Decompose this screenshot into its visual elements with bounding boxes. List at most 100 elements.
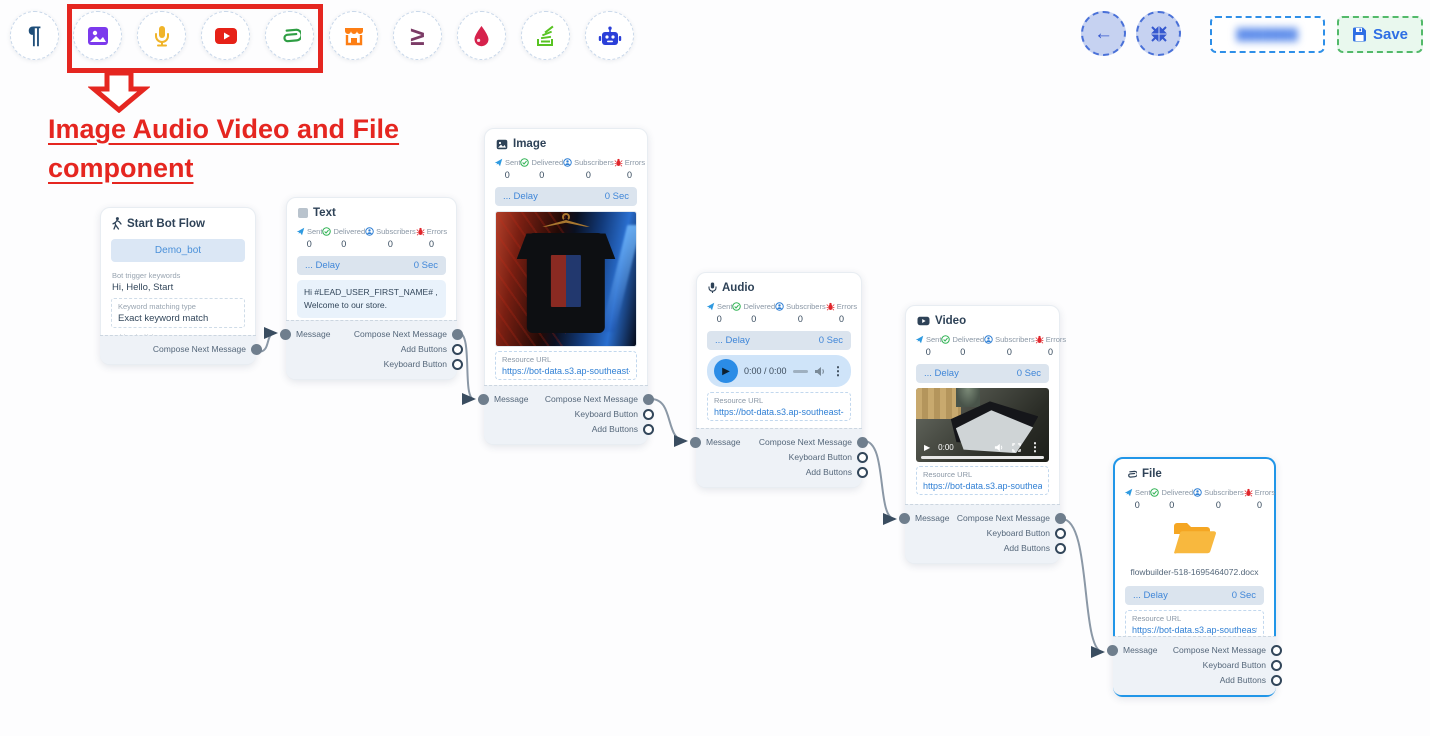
resource-url-link[interactable]: https://bot-data.s3.ap-southeast-1.wasab… (1132, 625, 1257, 635)
fullscreen-icon[interactable] (1012, 443, 1021, 452)
tshirt-graphic (527, 233, 605, 332)
video-preview[interactable]: ▶ 0:00 ⋮ (916, 388, 1049, 462)
toolbar-bot-button[interactable] (585, 11, 634, 60)
message-text[interactable]: Hi #LEAD_USER_FIRST_NAME# , Welcome to o… (297, 280, 446, 318)
video-progress-bar[interactable] (921, 456, 1043, 459)
back-arrow-icon: ← (1094, 23, 1113, 45)
output-port-add-buttons[interactable] (452, 344, 463, 355)
output-port-compose[interactable] (452, 329, 463, 340)
output-port-keyboard[interactable] (452, 359, 463, 370)
message-port-label: Message (296, 327, 331, 342)
output-port-add-buttons[interactable] (1055, 543, 1066, 554)
bot-name-button[interactable]: Demo_bot (111, 239, 245, 262)
toolbar-ecommerce-button[interactable] (329, 11, 378, 60)
annotation-text: Image Audio Video and File component (48, 110, 399, 188)
resource-url-link[interactable]: https://bot-data.s3.ap-southeast-1.wasab… (502, 366, 630, 376)
toolbar-video-button[interactable] (201, 11, 250, 60)
node-text[interactable]: Text Sent0 Delivered0 Subscribers0 Error… (286, 197, 457, 380)
fit-view-button[interactable] (1136, 11, 1181, 56)
input-port-message[interactable] (478, 394, 489, 405)
edge-image-to-audio[interactable] (651, 399, 686, 441)
volume-icon[interactable] (814, 366, 826, 377)
node-image[interactable]: Image Sent0 Delivered0 Subscribers0 Erro… (484, 128, 648, 445)
field-label: Bot trigger keywords (112, 271, 244, 280)
compose-next-message-label: Compose Next Message (957, 513, 1050, 523)
output-port-compose[interactable] (1271, 645, 1282, 656)
compose-next-message-label: Compose Next Message (153, 344, 246, 354)
file-preview[interactable] (1115, 512, 1274, 565)
pillow (916, 388, 961, 419)
text-block-icon (298, 208, 308, 218)
trigger-keywords-field[interactable]: Bot trigger keywords Hi, Hello, Start (101, 269, 255, 295)
node-audio[interactable]: Audio Sent0 Delivered0 Subscribers0 Erro… (696, 272, 862, 488)
video-play-icon[interactable]: ▶ (924, 443, 930, 452)
node-footer: Message Compose Next Message Keyboard Bu… (484, 385, 648, 444)
toolbar-file-button[interactable] (265, 11, 314, 60)
delay-setting[interactable]: ... Delay0 Sec (916, 364, 1049, 383)
resource-url-link[interactable]: https://bot-data.s3.ap-southeast-1.wasab… (714, 407, 844, 417)
output-port-keyboard[interactable] (857, 452, 868, 463)
toolbar-audio-button[interactable] (137, 11, 186, 60)
edge-audio-to-video[interactable] (864, 441, 895, 519)
toolbar-sequence-button[interactable] (521, 11, 570, 60)
back-button[interactable]: ← (1081, 11, 1126, 56)
output-port-keyboard[interactable] (1271, 660, 1282, 671)
redacted-button[interactable]: ███████ (1210, 16, 1325, 53)
output-port-add-buttons[interactable] (643, 424, 654, 435)
flow-builder-canvas[interactable]: ¶ ≥ (0, 0, 1430, 736)
node-video[interactable]: Video Sent0 Delivered0 Subscribers0 Erro… (905, 305, 1060, 564)
output-port-add-buttons[interactable] (1271, 675, 1282, 686)
audio-seek-bar[interactable] (793, 370, 808, 373)
video-kebab-icon[interactable]: ⋮ (1029, 440, 1041, 454)
sent-icon (296, 227, 305, 236)
compose-next-message-label: Compose Next Message (1173, 645, 1266, 655)
input-port-message[interactable] (1107, 645, 1118, 656)
paperclip-small-icon (1126, 469, 1137, 480)
video-camera-icon (917, 316, 930, 326)
output-port-compose[interactable] (251, 344, 262, 355)
delay-setting[interactable]: ... Delay0 Sec (495, 187, 637, 206)
delivered-icon (520, 158, 529, 167)
output-port-compose[interactable] (1055, 513, 1066, 524)
input-port-message[interactable] (690, 437, 701, 448)
node-title: Start Bot Flow (127, 218, 205, 230)
edge-video-to-file[interactable] (1062, 519, 1103, 652)
toolbar-condition-button[interactable]: ≥ (393, 11, 442, 60)
output-port-keyboard[interactable] (1055, 528, 1066, 539)
subscribers-icon (775, 302, 784, 311)
node-start-bot-flow[interactable]: Start Bot Flow Demo_bot Bot trigger keyw… (100, 207, 256, 365)
toolbar-image-button[interactable] (73, 11, 122, 60)
play-button[interactable]: ▶ (714, 359, 738, 383)
output-port-keyboard[interactable] (643, 409, 654, 420)
save-button[interactable]: Save (1337, 16, 1423, 53)
keyboard-button-label: Keyboard Button (575, 409, 638, 419)
video-volume-icon[interactable] (994, 443, 1004, 452)
errors-icon (416, 227, 425, 236)
compose-next-message-label: Compose Next Message (759, 437, 852, 447)
errors-icon (1035, 335, 1044, 344)
highlight-down-arrow-icon (88, 71, 150, 113)
image-preview[interactable] (495, 211, 637, 347)
toolbar-drip-button[interactable] (457, 11, 506, 60)
keyword-matching-field[interactable]: Keyword matching type Exact keyword matc… (111, 298, 245, 328)
delay-setting[interactable]: ... Delay0 Sec (297, 256, 446, 275)
resource-url-box: Resource URL https://bot-data.s3.ap-sout… (916, 466, 1049, 495)
output-port-compose[interactable] (643, 394, 654, 405)
add-buttons-label: Add Buttons (592, 424, 638, 434)
play-icon: ▶ (722, 366, 730, 377)
output-port-compose[interactable] (857, 437, 868, 448)
plant (956, 388, 980, 407)
open-folder-icon (1172, 520, 1218, 558)
input-port-message[interactable] (280, 329, 291, 340)
resource-url-link[interactable]: https://bot-data.s3.ap-southeast-1.wasab… (923, 481, 1042, 491)
kebab-menu-icon[interactable]: ⋮ (832, 364, 844, 378)
delay-setting[interactable]: ... Delay0 Sec (707, 331, 851, 350)
node-file[interactable]: File Sent0 Delivered0 Subscribers0 Error… (1113, 457, 1276, 697)
input-port-message[interactable] (899, 513, 910, 524)
delay-setting[interactable]: ... Delay0 Sec (1125, 586, 1264, 605)
output-port-add-buttons[interactable] (857, 467, 868, 478)
resource-url-box: Resource URL https://bot-data.s3.ap-sout… (495, 351, 637, 380)
audio-player[interactable]: ▶ 0:00 / 0:00 ⋮ (707, 355, 851, 387)
keyboard-button-label: Keyboard Button (987, 528, 1050, 538)
toolbar-text-button[interactable]: ¶ (10, 11, 59, 60)
